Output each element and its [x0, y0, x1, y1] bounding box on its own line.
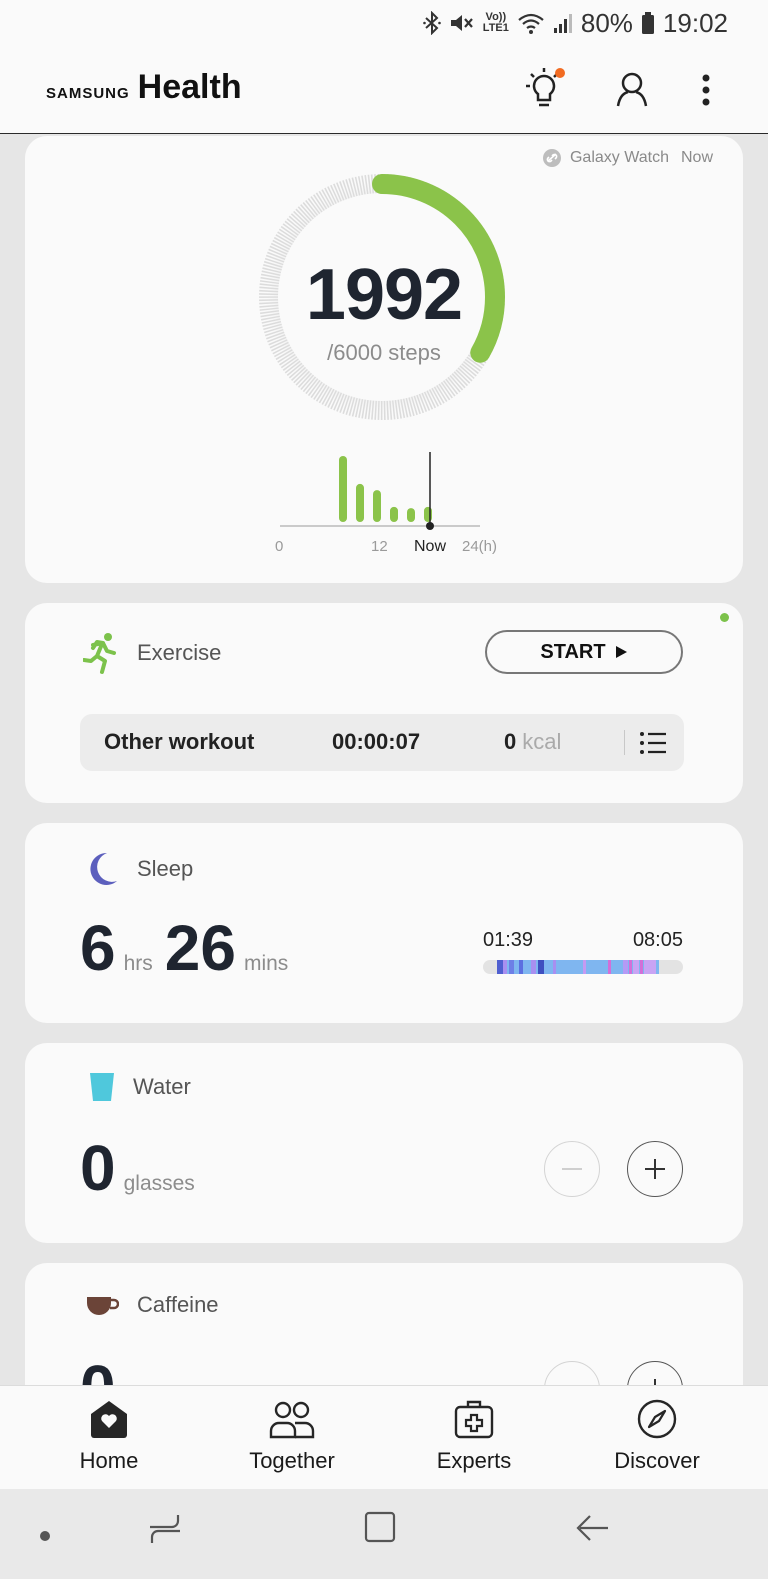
divider [624, 730, 625, 755]
app-logo: SAMSUNG Health [46, 68, 242, 107]
wifi-icon [517, 11, 545, 35]
battery-icon [641, 11, 655, 35]
water-title: Water [133, 1074, 191, 1099]
sleep-title: Sleep [137, 856, 194, 881]
profile-button[interactable] [610, 66, 654, 114]
play-icon [615, 646, 627, 658]
workout-duration: 00:00:07 [332, 729, 421, 754]
nav-experts-label: Experts [436, 1448, 512, 1473]
recents-icon[interactable] [146, 1509, 184, 1547]
sleep-end-time: 08:05 [632, 929, 683, 951]
chart-tick-0: 0 [275, 538, 284, 555]
caffeine-header: Caffeine [85, 1291, 219, 1319]
sleep-minutes: 26 [164, 912, 236, 984]
water-unit: glasses [123, 1172, 195, 1195]
hourly-steps-chart [280, 452, 480, 530]
sleep-stages-bar [483, 960, 683, 974]
more-vert-icon [702, 74, 710, 106]
sleep-start-time: 01:39 [483, 929, 534, 951]
sleep-card[interactable]: Sleep 6 hrs 26 mins 01:39 08:05 [25, 823, 743, 1023]
moon-icon [90, 852, 117, 885]
profile-icon [616, 72, 648, 107]
sleep-times: 01:39 08:05 [483, 929, 683, 952]
sleep-duration: 6 hrs 26 mins [80, 911, 300, 985]
exercise-title: Exercise [137, 640, 222, 665]
steps-card[interactable]: Galaxy Watch Now 1992 /6000 steps 0 12 N… [25, 136, 743, 583]
app-bar: SAMSUNG Health [0, 46, 768, 134]
link-icon [542, 149, 561, 167]
home-heart-icon [91, 1401, 127, 1438]
people-icon [269, 1401, 315, 1439]
workout-summary-row[interactable]: Other workout 00:00:07 0 kcal [80, 714, 684, 771]
water-value: 0 [80, 1132, 116, 1204]
dot-icon[interactable] [38, 1529, 52, 1543]
brand-samsung: SAMSUNG [46, 85, 130, 102]
start-exercise-button[interactable]: START [485, 630, 683, 674]
water-increase-button[interactable] [627, 1141, 683, 1197]
nav-home[interactable]: Home [19, 1396, 199, 1474]
tips-button[interactable] [522, 66, 566, 114]
volte-icon: Vo)) LTE1 [482, 11, 509, 34]
workout-name: Other workout [104, 729, 255, 754]
steps-source: Galaxy Watch Now [542, 148, 713, 168]
nav-discover[interactable]: Discover [567, 1396, 747, 1474]
exercise-card[interactable]: Exercise START Other workout 00:00:07 0k… [25, 603, 743, 803]
system-navigation-bar [0, 1489, 768, 1579]
chart-tick-12: 12 [371, 538, 388, 555]
nav-together-label: Together [249, 1448, 335, 1473]
plus-icon [645, 1159, 665, 1179]
exercise-header: Exercise [83, 631, 221, 675]
now-marker-dot [426, 522, 434, 530]
sleep-minutes-unit: mins [243, 952, 289, 975]
sleep-hours-unit: hrs [123, 952, 153, 975]
steps-source-time: Now [680, 149, 713, 166]
nav-experts[interactable]: Experts [384, 1396, 564, 1474]
mute-icon [449, 11, 475, 35]
clock: 19:02 [662, 7, 728, 38]
status-bar: Vo)) LTE1 80% 19:02 [0, 0, 768, 46]
sleep-header: Sleep [85, 851, 193, 887]
nav-home-label: Home [79, 1448, 139, 1473]
bluetooth-icon [422, 11, 441, 35]
workout-kcal: 0 kcal [504, 729, 561, 755]
list-icon[interactable] [638, 728, 668, 758]
more-options-button[interactable] [684, 66, 728, 114]
compass-icon [637, 1399, 677, 1439]
bottom-navigation: Home Together Experts Discover [0, 1385, 768, 1490]
kcal-unit: kcal [522, 729, 562, 754]
steps-source-device: Galaxy Watch [569, 149, 669, 166]
coffee-cup-icon [87, 1297, 119, 1315]
steps-count: 1992 [305, 255, 463, 335]
notification-dot [555, 68, 565, 78]
water-card[interactable]: Water 0 glasses [25, 1043, 743, 1243]
nav-together[interactable]: Together [202, 1396, 382, 1474]
water-header: Water [89, 1071, 191, 1103]
caffeine-title: Caffeine [137, 1292, 219, 1317]
sleep-hours: 6 [80, 912, 116, 984]
signal-icon [553, 12, 573, 34]
start-label: START [540, 640, 606, 663]
nav-discover-label: Discover [614, 1448, 700, 1473]
medical-kit-icon [454, 1400, 494, 1439]
active-indicator-dot [720, 613, 729, 622]
kcal-value: 0 [504, 729, 517, 754]
battery-percent: 80% [580, 7, 633, 38]
brand-health: Health [137, 68, 242, 106]
home-square-icon[interactable] [362, 1509, 400, 1547]
chart-tick-24h: 24(h) [462, 538, 498, 555]
minus-icon [562, 1168, 582, 1170]
water-decrease-button[interactable] [544, 1141, 600, 1197]
lightbulb-icon [526, 68, 565, 107]
chart-tick-now: Now [414, 538, 447, 555]
glass-icon [90, 1073, 114, 1101]
back-icon[interactable] [574, 1509, 612, 1547]
steps-goal: /6000 steps [327, 340, 441, 365]
water-amount: 0 glasses [80, 1131, 207, 1205]
running-icon [83, 633, 116, 674]
